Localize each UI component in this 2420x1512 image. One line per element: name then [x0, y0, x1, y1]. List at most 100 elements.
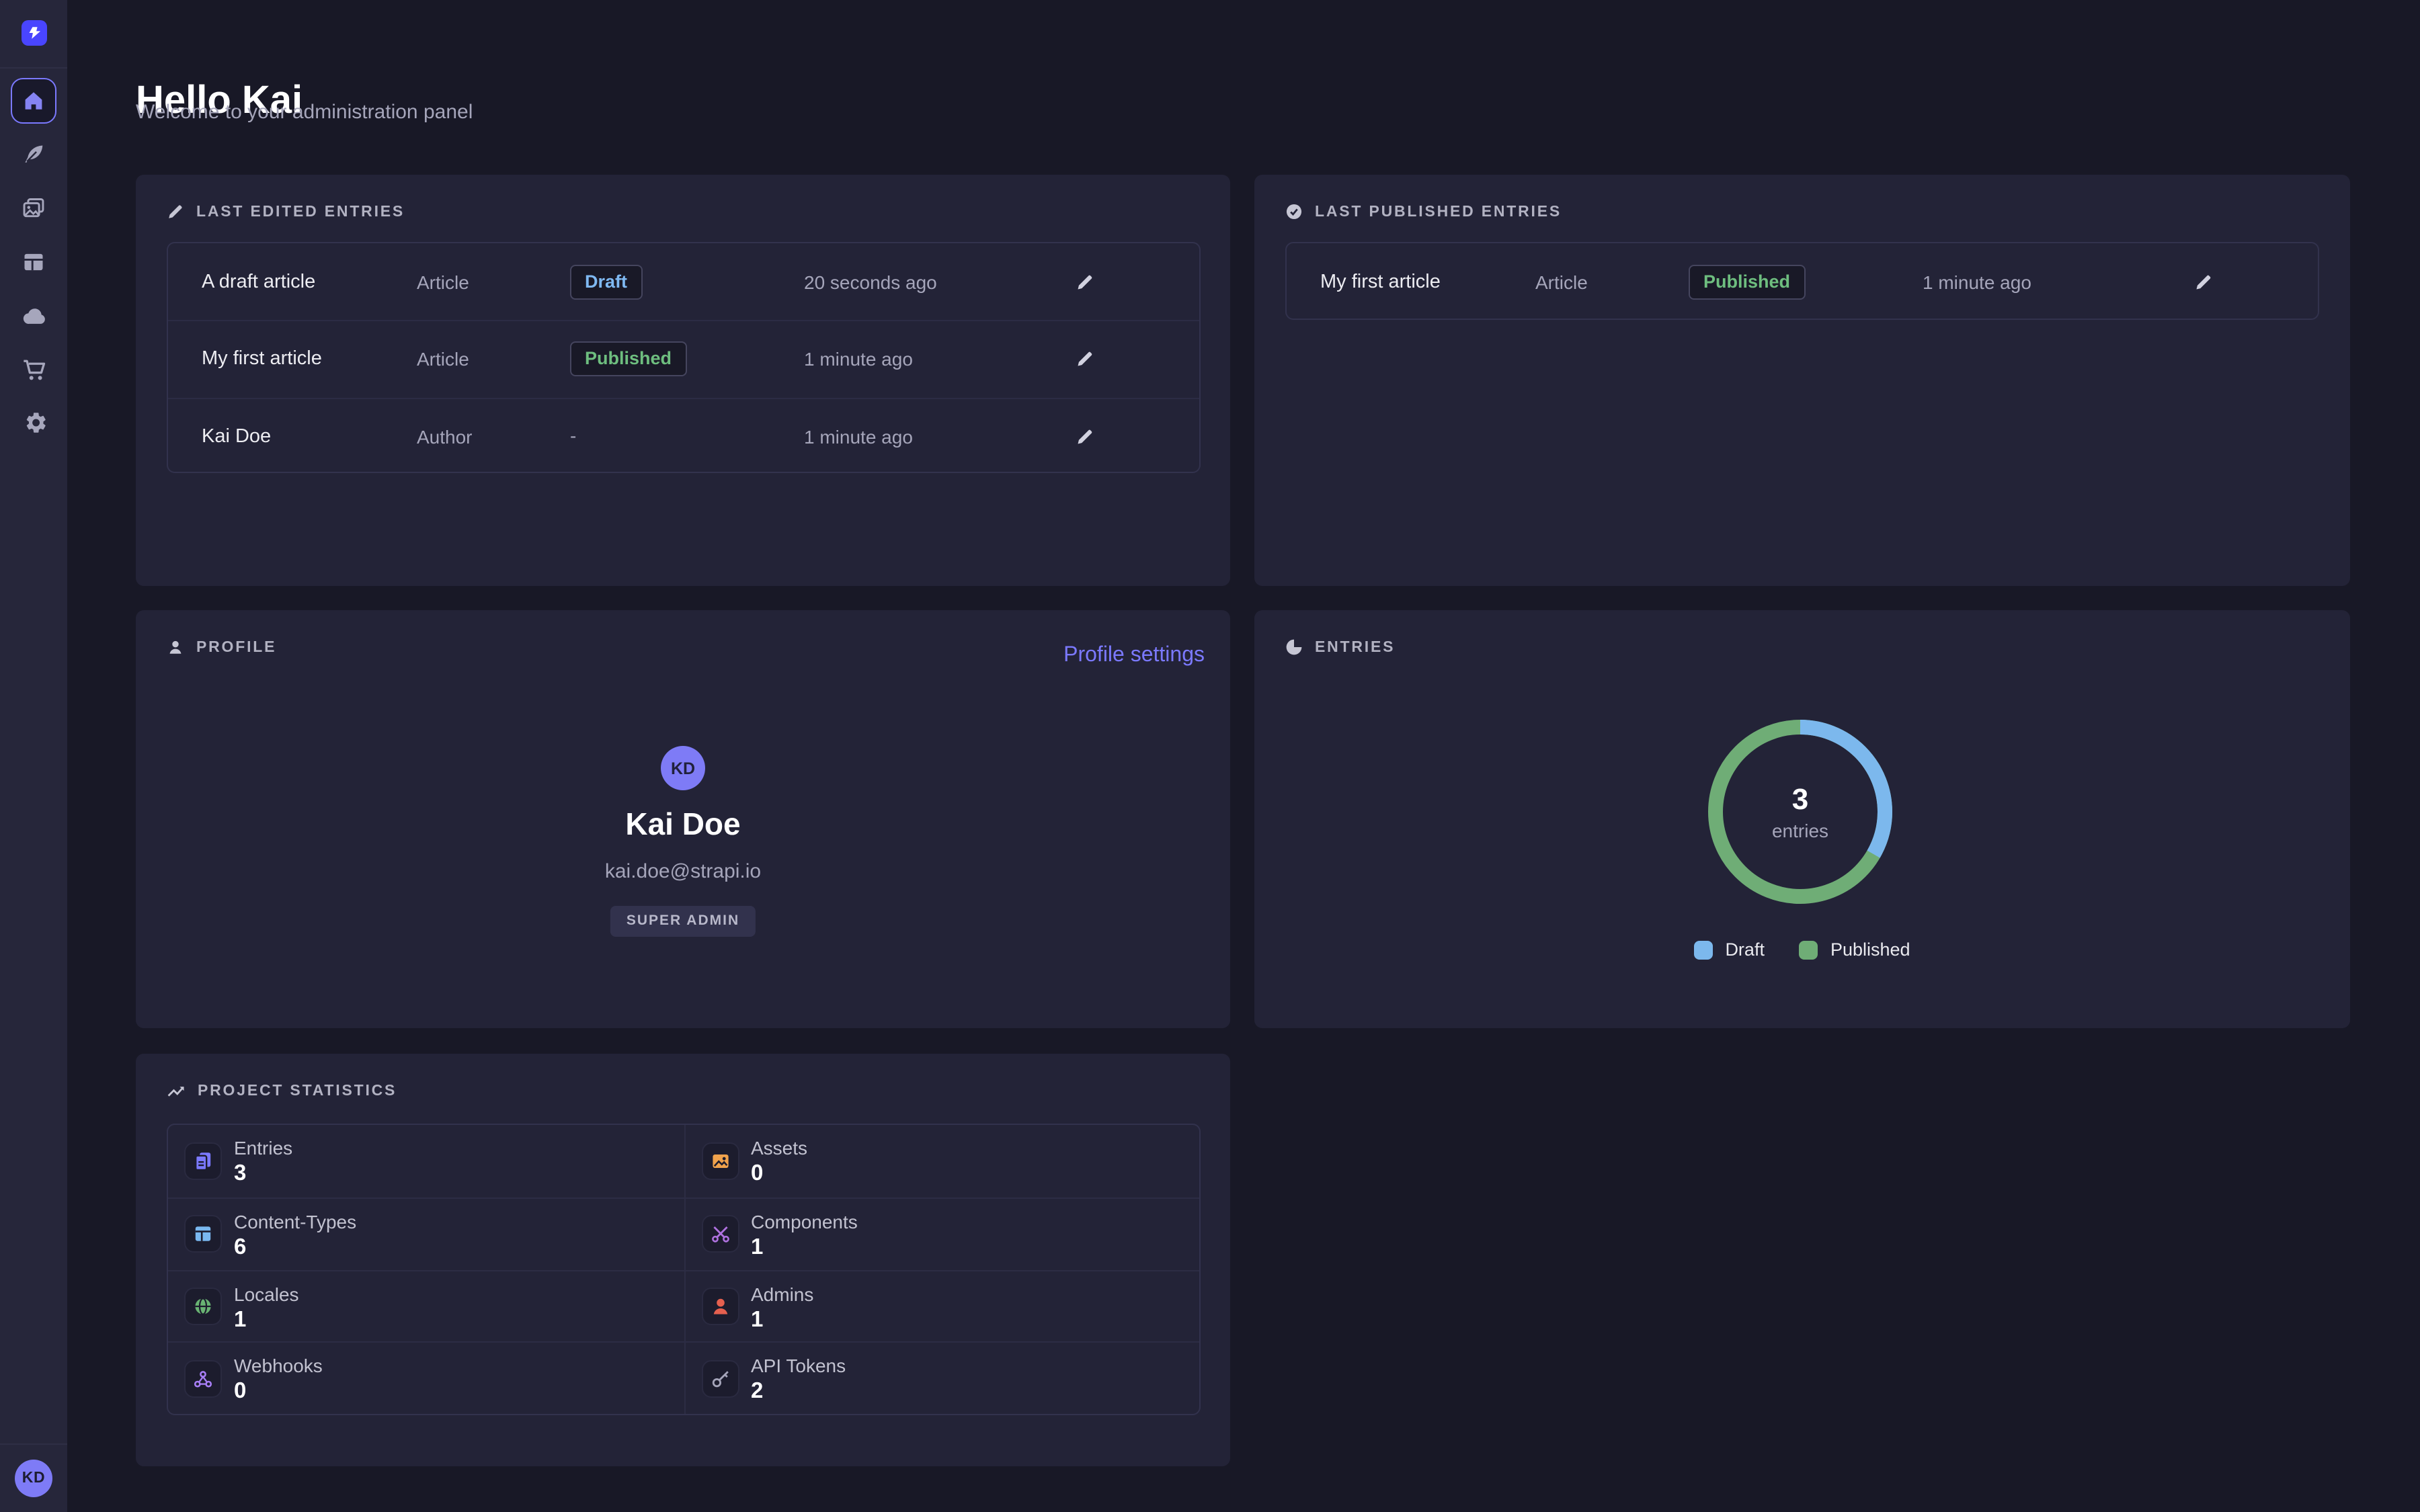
panel-title: ENTRIES	[1315, 639, 1395, 655]
status-badge: Published	[570, 342, 686, 377]
stat-api-tokens: API Tokens 2	[684, 1342, 1199, 1415]
admin-person-icon	[701, 1288, 739, 1325]
sidebar-item-deploy[interactable]	[0, 300, 67, 332]
sidebar-user-avatar[interactable]: KD	[15, 1460, 52, 1497]
entry-updated: 20 seconds ago	[804, 271, 937, 292]
sidebar-item-settings[interactable]	[0, 406, 67, 438]
panel-last-published-entries: LAST PUBLISHED ENTRIES My first article …	[1254, 175, 2350, 586]
profile-name: Kai Doe	[136, 806, 1230, 843]
sidebar: KD	[0, 0, 67, 1512]
app-root: KD Hello Kai Welcome to your administrat…	[0, 0, 2420, 1512]
media-library-icon	[22, 196, 46, 220]
legend-label: Published	[1830, 939, 1910, 960]
strapi-bolt-icon	[26, 24, 43, 42]
profile-settings-link[interactable]: Profile settings	[1063, 644, 1205, 668]
status-badge: Published	[1689, 264, 1805, 299]
stat-webhooks: Webhooks 0	[168, 1342, 684, 1415]
stat-label: Assets	[751, 1137, 807, 1159]
globe-icon	[184, 1288, 222, 1325]
stat-entries: Entries 3	[168, 1125, 684, 1198]
home-icon	[23, 90, 44, 112]
status-empty: -	[570, 424, 576, 446]
edit-entry-button[interactable]	[2191, 269, 2216, 294]
table-row: A draft article Article Draft 20 seconds…	[168, 243, 1199, 321]
sidebar-item-media-library[interactable]	[0, 192, 67, 224]
stat-locales: Locales 1	[168, 1269, 684, 1342]
last-edited-table: A draft article Article Draft 20 seconds…	[167, 242, 1201, 473]
webhooks-icon	[184, 1359, 222, 1397]
feather-icon	[22, 142, 46, 167]
strapi-logo[interactable]	[22, 20, 47, 46]
panel-header: ENTRIES	[1285, 638, 1395, 656]
key-icon	[701, 1359, 739, 1397]
entry-kind: Article	[1535, 271, 1588, 292]
donut-center: 3 entries	[1707, 719, 1893, 905]
donut-total-value: 3	[1792, 782, 1809, 817]
stat-value: 1	[751, 1307, 813, 1333]
sidebar-item-home[interactable]	[11, 78, 56, 124]
entry-name: Kai Doe	[202, 425, 271, 447]
stat-label: Admins	[751, 1283, 813, 1304]
stat-label: API Tokens	[751, 1355, 846, 1377]
panel-title: LAST EDITED ENTRIES	[196, 204, 405, 220]
panel-title: PROFILE	[196, 639, 276, 655]
stat-label: Content-Types	[234, 1211, 356, 1232]
components-icon	[701, 1215, 739, 1253]
page-subtitle: Welcome to your administration panel	[136, 101, 473, 124]
pencil-icon	[1076, 350, 1094, 369]
stat-label: Webhooks	[234, 1355, 323, 1377]
panel-profile: PROFILE Profile settings KD Kai Doe kai.…	[136, 610, 1230, 1028]
entry-kind: Author	[417, 425, 473, 447]
profile-email: kai.doe@strapi.io	[136, 860, 1230, 883]
entry-name: My first article	[1320, 271, 1441, 292]
stat-value: 0	[751, 1161, 807, 1187]
legend-swatch-draft	[1694, 940, 1713, 959]
stat-value: 6	[234, 1235, 356, 1261]
stat-admins: Admins 1	[684, 1269, 1199, 1342]
pencil-icon	[1076, 272, 1094, 291]
person-icon	[167, 638, 184, 656]
legend-item-published: Published	[1800, 939, 1910, 960]
edit-entry-button[interactable]	[1073, 347, 1097, 372]
donut-total-label: entries	[1772, 820, 1828, 841]
panel-last-edited-entries: LAST EDITED ENTRIES A draft article Arti…	[136, 175, 1230, 586]
cart-icon	[21, 357, 46, 382]
sidebar-divider-top	[0, 67, 67, 69]
layout-icon	[22, 250, 46, 274]
edit-entry-button[interactable]	[1073, 269, 1097, 294]
pie-chart-icon	[1285, 638, 1303, 656]
table-row: My first article Article Published 1 min…	[1287, 243, 2318, 320]
sidebar-item-marketplace[interactable]	[0, 353, 67, 386]
legend-label: Draft	[1725, 939, 1765, 960]
sidebar-item-content-manager[interactable]	[0, 138, 67, 171]
stat-label: Entries	[234, 1137, 292, 1159]
stat-value: 1	[234, 1307, 299, 1333]
entry-name: A draft article	[202, 271, 315, 292]
sidebar-item-content-type-builder[interactable]	[0, 246, 67, 278]
panel-entries: ENTRIES 3 entries Draft Published	[1254, 610, 2350, 1028]
panel-title: PROJECT STATISTICS	[198, 1083, 397, 1099]
pencil-icon	[1076, 427, 1094, 446]
role-badge: SUPER ADMIN	[610, 906, 756, 937]
profile-avatar: KD	[661, 746, 705, 790]
legend-swatch-published	[1800, 940, 1818, 959]
layout-grid-icon	[184, 1215, 222, 1253]
stat-label: Locales	[234, 1283, 299, 1304]
panel-header: LAST EDITED ENTRIES	[167, 203, 405, 220]
panel-project-statistics: PROJECT STATISTICS Entries 3 Assets 0	[136, 1054, 1230, 1466]
gear-icon	[21, 409, 46, 435]
stat-content-types: Content-Types 6	[168, 1198, 684, 1270]
legend-item-draft: Draft	[1694, 939, 1765, 960]
image-icon	[701, 1142, 739, 1180]
stat-assets: Assets 0	[684, 1125, 1199, 1198]
table-row: My first article Article Published 1 min…	[168, 321, 1199, 398]
edit-entry-button[interactable]	[1073, 424, 1097, 448]
entry-kind: Article	[417, 349, 469, 370]
entry-updated: 1 minute ago	[1923, 271, 2031, 292]
check-circle-icon	[1285, 203, 1303, 220]
panel-title: LAST PUBLISHED ENTRIES	[1315, 204, 1562, 220]
stat-value: 0	[234, 1380, 323, 1405]
pencil-icon	[167, 203, 184, 220]
cloud-icon	[21, 303, 46, 329]
trending-up-icon	[167, 1082, 186, 1101]
